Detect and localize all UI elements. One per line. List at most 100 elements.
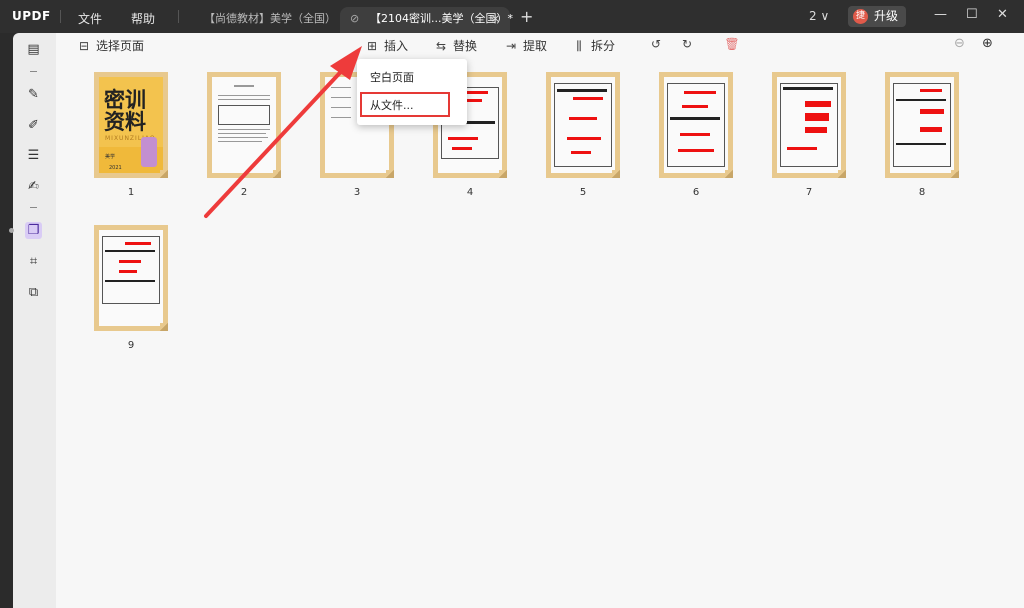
select-icon: ⊟ bbox=[78, 39, 90, 53]
close-tab-icon[interactable]: × bbox=[491, 7, 500, 31]
page-number: 2 bbox=[240, 187, 248, 198]
page-thumbnail[interactable] bbox=[94, 225, 168, 331]
edit-text-icon[interactable]: ✐ bbox=[25, 117, 42, 134]
insert-button[interactable]: ⊞ 插入 bbox=[364, 37, 408, 54]
page-thumbnail[interactable] bbox=[772, 72, 846, 178]
separator bbox=[178, 10, 179, 23]
sign-icon[interactable]: ✍ bbox=[25, 178, 42, 195]
cover-figure bbox=[141, 137, 157, 167]
page-thumbnail[interactable] bbox=[546, 72, 620, 178]
form-icon[interactable]: ☰ bbox=[25, 147, 42, 164]
layers-icon[interactable]: ⧉ bbox=[25, 284, 42, 301]
highlight bbox=[787, 147, 817, 150]
page-count-value: 2 bbox=[809, 9, 817, 23]
left-sidebar: ▤ ✎ ✐ ☰ ✍ ❐ ⌗ ⧉ bbox=[0, 33, 56, 608]
text-line bbox=[218, 141, 262, 142]
reader-icon[interactable]: ▤ bbox=[25, 41, 42, 58]
highlight bbox=[920, 89, 942, 92]
page-thumbnail[interactable] bbox=[659, 72, 733, 178]
page-content bbox=[551, 77, 615, 173]
crop-icon[interactable]: ⌗ bbox=[25, 253, 42, 270]
upgrade-button[interactable]: 捷 升级 bbox=[848, 6, 906, 27]
rotate-right-icon: ↻ bbox=[681, 37, 693, 51]
page-corner bbox=[273, 170, 281, 178]
text-line bbox=[218, 137, 268, 138]
maximize-button[interactable]: ☐ bbox=[966, 7, 978, 22]
text-line bbox=[105, 250, 155, 252]
organize-pages-icon[interactable]: ❐ bbox=[25, 222, 42, 239]
highlighter-icon[interactable]: ✎ bbox=[25, 86, 42, 103]
extract-icon: ⇥ bbox=[505, 39, 517, 53]
menu-file[interactable]: 文件 bbox=[78, 10, 102, 27]
highlight bbox=[567, 137, 601, 140]
page-number: 6 bbox=[692, 187, 700, 198]
page-corner bbox=[499, 170, 507, 178]
zoom-in-icon: ⊕ bbox=[982, 36, 993, 51]
page-number: 1 bbox=[127, 187, 135, 198]
sidebar-divider bbox=[30, 207, 37, 208]
rotate-left-icon: ↺ bbox=[650, 37, 662, 51]
text-line bbox=[331, 117, 351, 118]
table bbox=[780, 83, 838, 167]
page-corner bbox=[160, 170, 168, 178]
text-line bbox=[896, 99, 946, 101]
highlight bbox=[452, 147, 472, 150]
text-line bbox=[218, 133, 266, 134]
delete-button[interactable]: 🗑 bbox=[724, 37, 744, 51]
page-thumbnail[interactable] bbox=[207, 72, 281, 178]
page-content bbox=[890, 77, 954, 173]
cover-year: 2021 bbox=[109, 165, 122, 171]
text-line bbox=[670, 117, 720, 120]
page-number: 5 bbox=[579, 187, 587, 198]
extract-label: 提取 bbox=[523, 39, 548, 53]
highlight bbox=[678, 149, 714, 152]
highlight bbox=[805, 101, 831, 107]
page-content bbox=[212, 77, 276, 173]
tab-document-2-active[interactable]: ⊘ 【2104密训...美学（全国）* × bbox=[340, 7, 513, 33]
separator bbox=[60, 10, 61, 23]
table bbox=[554, 83, 612, 167]
menu-item-from-file[interactable]: 从文件... bbox=[370, 97, 414, 113]
highlight bbox=[448, 137, 478, 140]
close-window-button[interactable]: ✕ bbox=[997, 7, 1008, 22]
page-corner bbox=[612, 170, 620, 178]
table bbox=[667, 83, 725, 167]
page-corner bbox=[838, 170, 846, 178]
extract-button[interactable]: ⇥ 提取 bbox=[503, 37, 547, 54]
page-thumbnail[interactable] bbox=[885, 72, 959, 178]
zoom-out-button[interactable]: ⊖ bbox=[954, 36, 965, 51]
zoom-out-icon: ⊖ bbox=[954, 36, 965, 51]
replace-button[interactable]: ⇆ 替换 bbox=[433, 37, 477, 54]
select-pages-button[interactable]: ⊟ 选择页面 bbox=[76, 37, 144, 54]
text-line bbox=[331, 87, 351, 88]
select-pages-label: 选择页面 bbox=[96, 39, 145, 53]
page-count-dropdown[interactable]: 2 ∨ bbox=[809, 9, 829, 23]
cover-page: 密训 资料 MIXUNZILIAO 美学 2021 bbox=[99, 77, 163, 173]
rotate-left-button[interactable]: ↺ bbox=[648, 37, 668, 51]
trash-icon: 🗑 bbox=[724, 37, 740, 51]
minimize-button[interactable]: — bbox=[934, 7, 947, 22]
upgrade-label: 升级 bbox=[874, 9, 899, 23]
rotate-right-button[interactable]: ↻ bbox=[679, 37, 699, 51]
sidebar-indicator bbox=[9, 228, 14, 233]
highlight bbox=[920, 127, 942, 132]
split-button[interactable]: ⫼ 拆分 bbox=[571, 37, 615, 54]
page-number: 4 bbox=[466, 187, 474, 198]
page-number: 8 bbox=[918, 187, 926, 198]
new-tab-button[interactable]: + bbox=[520, 7, 533, 26]
tab-document-1[interactable]: 【尚德教材】美学（全国） bbox=[190, 7, 336, 33]
text-line bbox=[783, 87, 833, 90]
text-line bbox=[331, 97, 351, 98]
insert-page-icon: ⊞ bbox=[366, 39, 378, 53]
menu-help[interactable]: 帮助 bbox=[131, 10, 155, 27]
menu-item-blank-page[interactable]: 空白页面 bbox=[370, 69, 414, 85]
insert-label: 插入 bbox=[384, 39, 409, 53]
highlight bbox=[684, 91, 716, 94]
page-corner bbox=[386, 170, 394, 178]
page-thumbnail[interactable]: 密训 资料 MIXUNZILIAO 美学 2021 bbox=[94, 72, 168, 178]
page-number: 9 bbox=[127, 340, 135, 351]
zoom-in-button[interactable]: ⊕ bbox=[982, 36, 993, 51]
table bbox=[893, 83, 951, 167]
text-line bbox=[218, 95, 270, 96]
highlight bbox=[573, 97, 603, 100]
